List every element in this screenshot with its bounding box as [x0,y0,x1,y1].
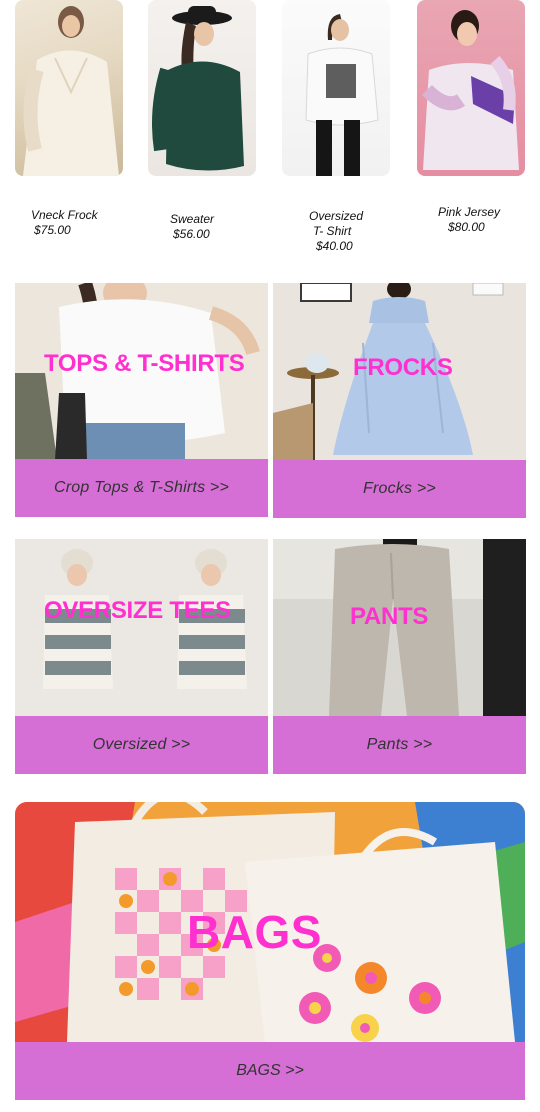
product-image[interactable] [15,0,123,176]
category-link-bar[interactable]: Frocks >> [273,460,526,518]
category-link[interactable]: Crop Tops & T-Shirts >> [54,479,229,497]
category-image[interactable] [15,539,268,716]
category-overlay-title: OVERSIZE TEES [44,597,231,624]
category-link-bar[interactable]: Pants >> [273,716,526,774]
category-overlay-title: FROCKS [353,354,453,381]
category-link-bar[interactable]: Crop Tops & T-Shirts >> [15,459,268,517]
product-price: $40.00 [316,239,353,253]
category-card-frocks[interactable]: FROCKS Frocks >> [273,283,526,518]
category-overlay-title: PANTS [350,603,429,630]
category-card-tops[interactable]: TOPS & T-SHIRTS Crop Tops & T-Shirts >> [15,283,268,517]
category-link[interactable]: BAGS >> [236,1062,304,1080]
category-link[interactable]: Oversized >> [93,736,191,754]
product-name[interactable]: Vneck Frock [31,208,98,223]
category-card-oversized[interactable]: OVERSIZE TEES Oversized >> [15,539,268,774]
bags-overlay-title: BAGS [187,906,322,958]
product-price: $56.00 [173,227,210,241]
category-link[interactable]: Pants >> [367,736,433,754]
product-image[interactable] [282,0,390,176]
product-name[interactable]: Pink Jersey [438,205,500,220]
category-link-bar[interactable]: BAGS >> [15,1042,525,1100]
product-name[interactable]: Oversized [309,209,363,224]
category-link[interactable]: Frocks >> [363,480,436,498]
product-price: $75.00 [34,223,71,237]
category-link-bar[interactable]: Oversized >> [15,716,268,774]
product-name[interactable]: Sweater [170,212,214,227]
product-name-line2[interactable]: T- Shirt [313,224,351,239]
category-card-pants[interactable]: PANTS Pants >> [273,539,526,774]
product-image[interactable] [417,0,525,176]
category-overlay-title: TOPS & T-SHIRTS [44,350,245,377]
product-price: $80.00 [448,220,485,234]
category-card-bags[interactable]: BAGS BAGS >> [15,802,525,1100]
product-image[interactable] [148,0,256,176]
